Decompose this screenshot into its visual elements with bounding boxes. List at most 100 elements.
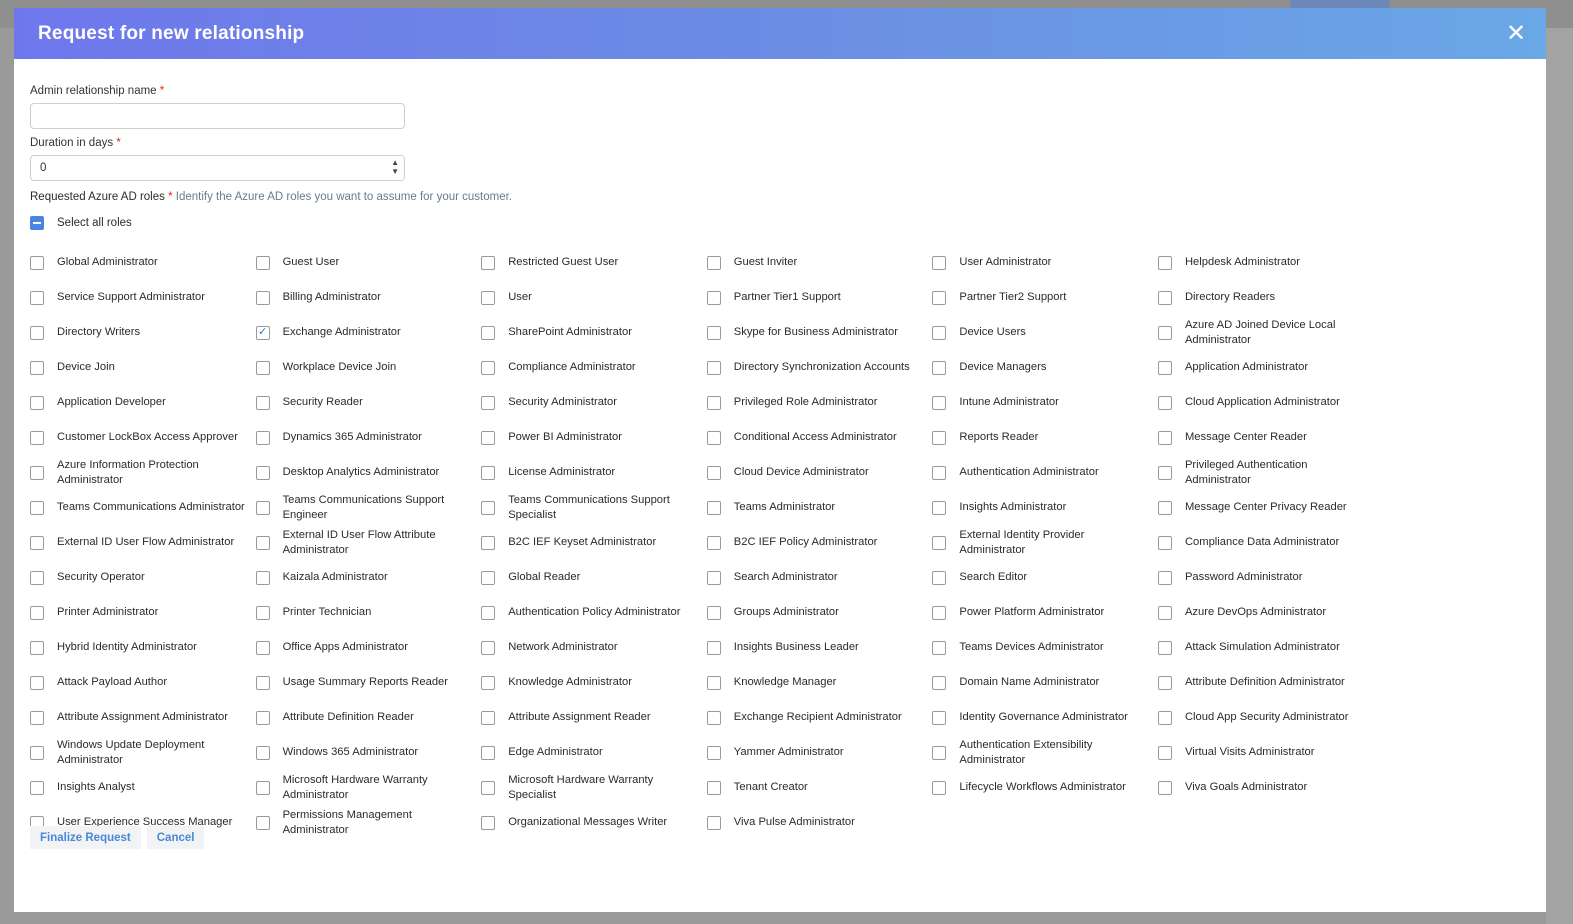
role-option[interactable]: Attack Simulation Administrator [1157, 630, 1384, 665]
checkbox[interactable] [706, 745, 721, 760]
role-option[interactable]: Helpdesk Administrator [1157, 245, 1384, 280]
checkbox[interactable] [1157, 360, 1172, 375]
checkbox[interactable] [481, 815, 496, 830]
checkbox[interactable] [30, 465, 44, 480]
checkbox[interactable] [932, 395, 947, 410]
cancel-button[interactable]: Cancel [146, 826, 205, 849]
role-option[interactable]: Microsoft Hardware Warranty Administrato… [255, 770, 482, 805]
checkbox[interactable] [30, 325, 44, 340]
checkbox[interactable] [1157, 325, 1172, 340]
checkbox[interactable] [706, 815, 721, 830]
role-option[interactable]: Edge Administrator [481, 735, 707, 770]
role-option[interactable]: Authentication Administrator [932, 455, 1158, 490]
checkbox[interactable] [255, 815, 270, 830]
checkbox[interactable] [30, 780, 44, 795]
checkbox[interactable] [30, 255, 44, 270]
checkbox[interactable] [1157, 430, 1172, 445]
checkbox[interactable] [1157, 605, 1172, 620]
checkbox[interactable] [932, 570, 947, 585]
checkbox[interactable] [932, 710, 947, 725]
role-option[interactable]: External Identity Provider Administrator [932, 525, 1158, 560]
checkbox[interactable] [706, 325, 721, 340]
role-option[interactable]: Usage Summary Reports Reader [255, 665, 482, 700]
checkbox[interactable] [1157, 500, 1172, 515]
role-option[interactable]: B2C IEF Keyset Administrator [481, 525, 707, 560]
role-option[interactable]: Password Administrator [1157, 560, 1384, 595]
role-option[interactable]: Cloud Device Administrator [706, 455, 933, 490]
relationship-name-input[interactable] [30, 103, 405, 129]
role-option[interactable]: Search Administrator [706, 560, 933, 595]
checkbox[interactable] [30, 535, 44, 550]
checkbox[interactable] [255, 465, 270, 480]
role-option[interactable]: Intune Administrator [932, 385, 1158, 420]
role-option[interactable]: Teams Administrator [706, 490, 933, 525]
checkbox[interactable] [255, 745, 270, 760]
role-option[interactable]: Domain Name Administrator [932, 665, 1158, 700]
checkbox[interactable] [706, 675, 721, 690]
role-option[interactable]: Guest User [255, 245, 482, 280]
role-option[interactable]: External ID User Flow Administrator [30, 525, 256, 560]
role-option[interactable]: Lifecycle Workflows Administrator [932, 770, 1158, 805]
role-option[interactable]: Security Operator [30, 560, 256, 595]
role-option[interactable]: Knowledge Manager [706, 665, 933, 700]
checkbox[interactable] [255, 430, 270, 445]
checkbox[interactable] [481, 325, 496, 340]
role-option[interactable]: External ID User Flow Attribute Administ… [255, 525, 482, 560]
role-option[interactable]: Partner Tier1 Support [706, 280, 933, 315]
role-option[interactable]: Partner Tier2 Support [932, 280, 1158, 315]
checkbox[interactable] [255, 780, 270, 795]
checkbox[interactable] [481, 710, 496, 725]
number-spinner-icon[interactable]: ▲ ▼ [391, 158, 399, 176]
checkbox[interactable] [30, 290, 44, 305]
role-option[interactable]: Attribute Assignment Administrator [30, 700, 256, 735]
role-option[interactable]: Azure AD Joined Device Local Administrat… [1157, 315, 1384, 350]
checkbox[interactable] [481, 360, 496, 375]
checkbox[interactable] [932, 360, 947, 375]
role-option[interactable]: Viva Goals Administrator [1157, 770, 1384, 805]
role-option[interactable]: Customer LockBox Access Approver [30, 420, 256, 455]
role-option[interactable]: Device Join [30, 350, 256, 385]
checkbox[interactable] [706, 500, 721, 515]
checkbox[interactable] [932, 325, 947, 340]
role-option[interactable]: License Administrator [481, 455, 707, 490]
checkbox[interactable] [1157, 570, 1172, 585]
role-option[interactable]: Global Administrator [30, 245, 256, 280]
role-option[interactable]: Windows Update Deployment Administrator [30, 735, 256, 770]
checkbox[interactable] [706, 780, 721, 795]
checkbox[interactable] [932, 255, 947, 270]
checkbox[interactable] [30, 675, 44, 690]
checkbox[interactable] [932, 465, 947, 480]
checkbox[interactable] [932, 500, 947, 515]
role-option[interactable]: Desktop Analytics Administrator [255, 455, 482, 490]
checkbox[interactable] [255, 675, 270, 690]
role-option[interactable]: Guest Inviter [706, 245, 933, 280]
checkbox[interactable] [255, 605, 270, 620]
checkbox[interactable] [481, 500, 496, 515]
role-option[interactable]: Insights Analyst [30, 770, 256, 805]
role-option[interactable]: Insights Business Leader [706, 630, 933, 665]
checkbox[interactable] [255, 395, 270, 410]
role-option[interactable]: Billing Administrator [255, 280, 482, 315]
role-option[interactable]: Hybrid Identity Administrator [30, 630, 256, 665]
role-option[interactable]: Tenant Creator [706, 770, 933, 805]
checkbox[interactable] [932, 675, 947, 690]
role-option[interactable]: Power BI Administrator [481, 420, 707, 455]
checkbox[interactable] [30, 570, 44, 585]
role-option[interactable]: Identity Governance Administrator [932, 700, 1158, 735]
role-option[interactable]: Authentication Policy Administrator [481, 595, 707, 630]
role-option[interactable]: Directory Readers [1157, 280, 1384, 315]
role-option[interactable]: B2C IEF Policy Administrator [706, 525, 933, 560]
checkbox[interactable] [706, 360, 721, 375]
role-option[interactable]: Search Editor [932, 560, 1158, 595]
role-option[interactable]: Groups Administrator [706, 595, 933, 630]
checkbox[interactable] [1157, 290, 1172, 305]
checkbox[interactable] [255, 640, 270, 655]
checkbox[interactable] [481, 780, 496, 795]
role-option[interactable]: Cloud Application Administrator [1157, 385, 1384, 420]
role-option[interactable]: Virtual Visits Administrator [1157, 735, 1384, 770]
role-option[interactable]: Attribute Definition Administrator [1157, 665, 1384, 700]
role-option[interactable]: Directory Synchronization Accounts [706, 350, 933, 385]
role-option[interactable]: Permissions Management Administrator [255, 805, 482, 840]
role-option[interactable]: Security Administrator [481, 385, 707, 420]
duration-input[interactable] [30, 155, 405, 181]
